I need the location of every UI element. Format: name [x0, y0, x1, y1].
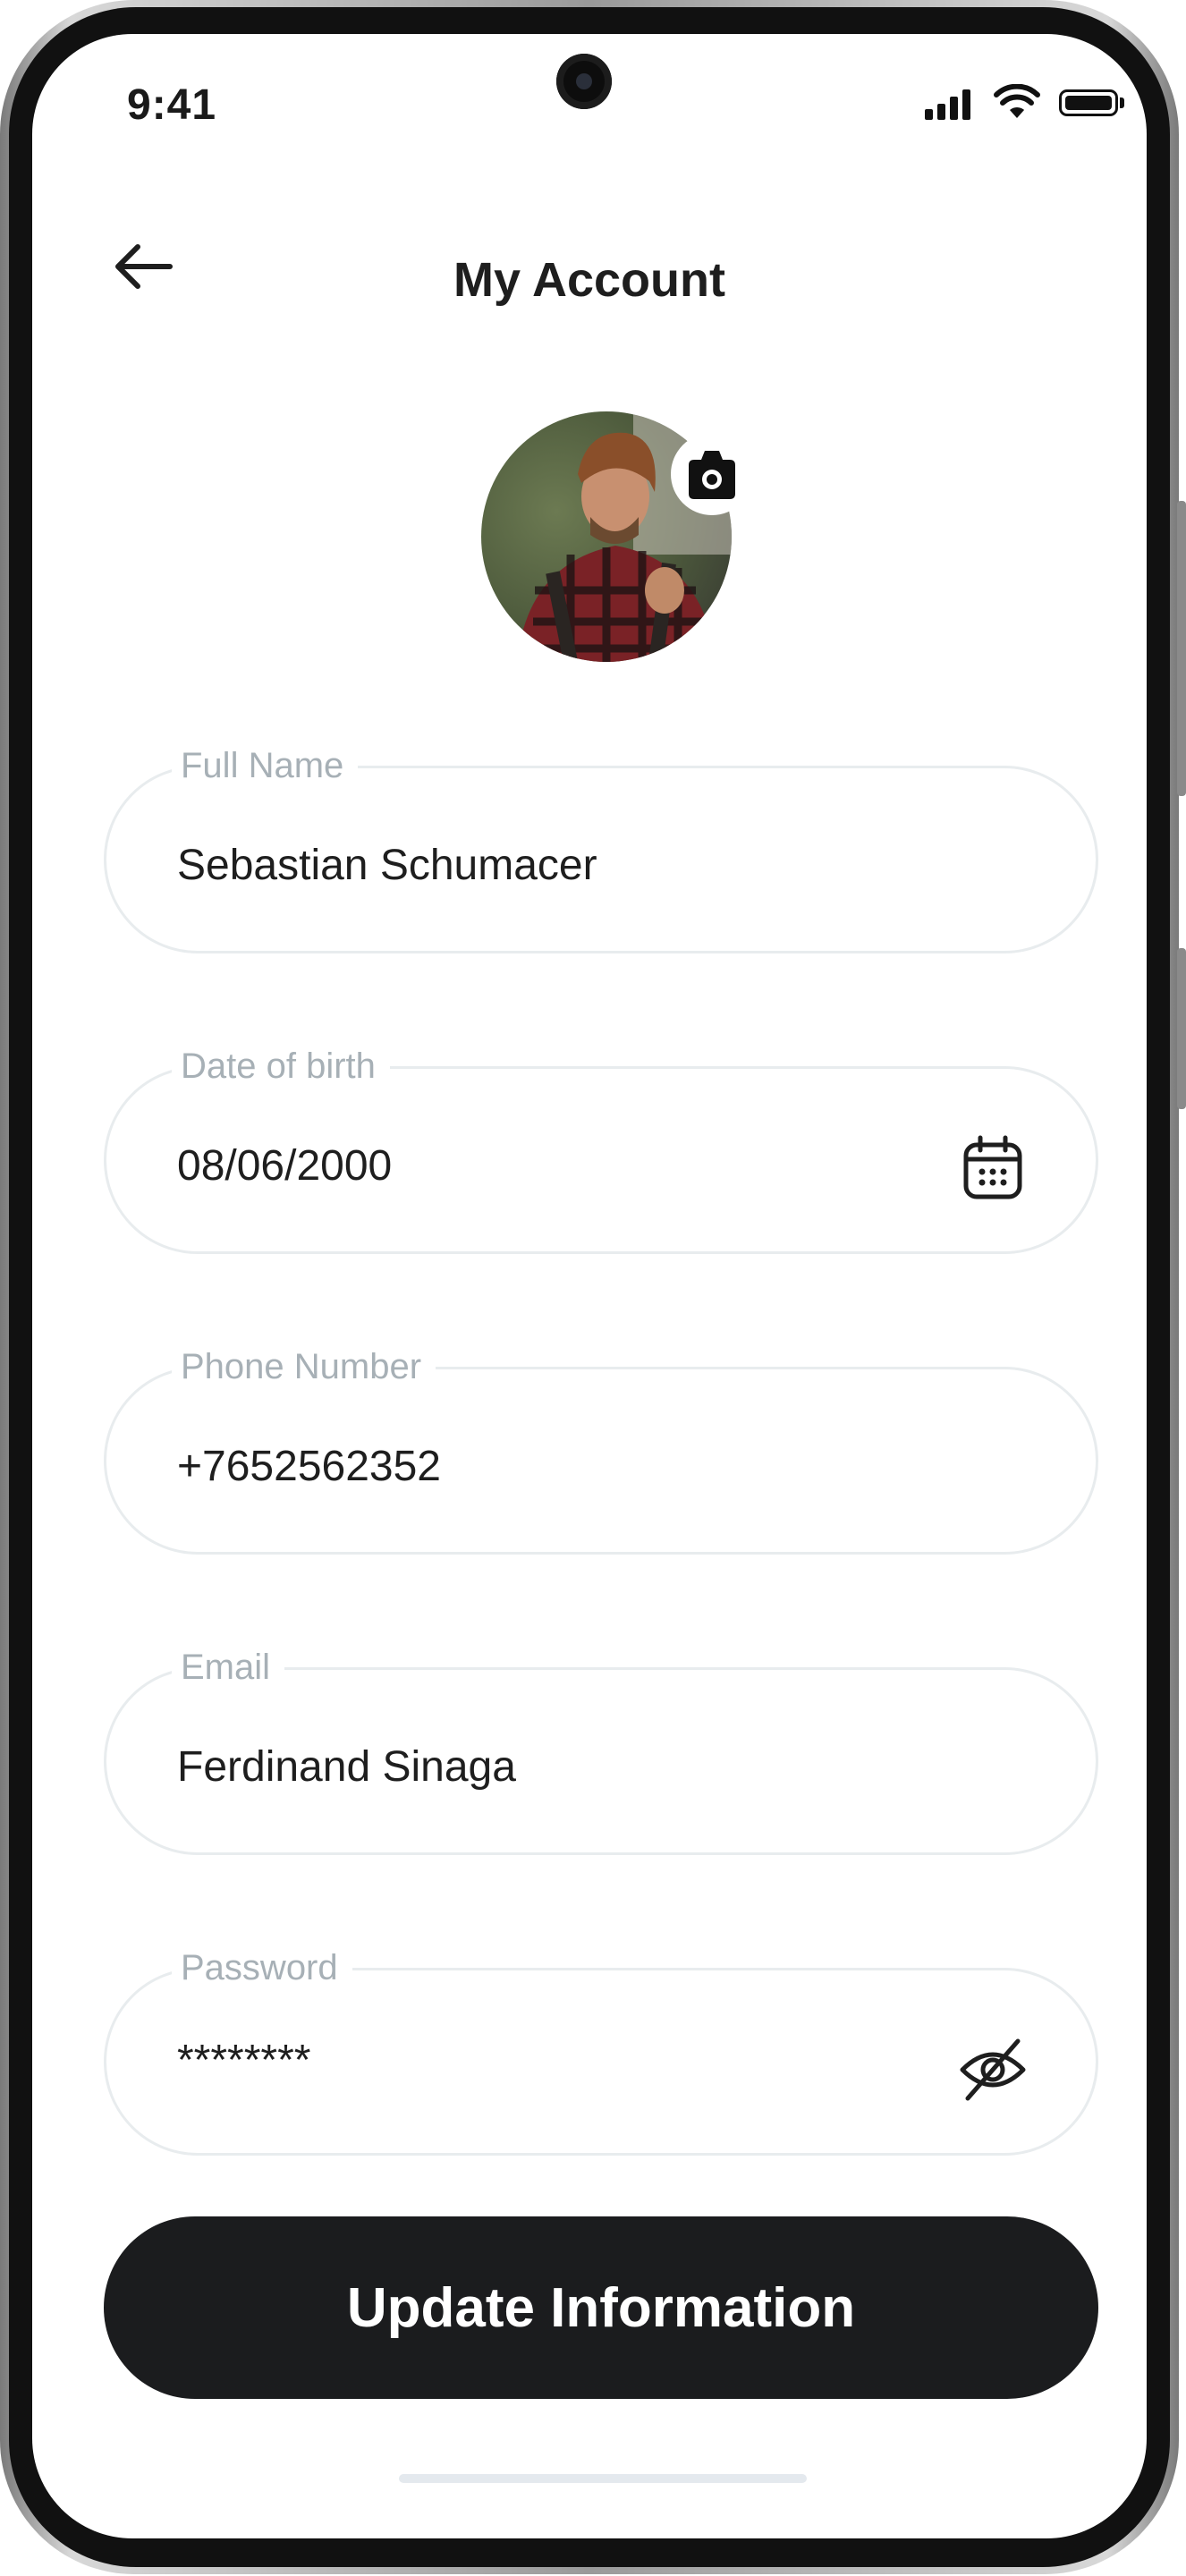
phone-number-field: Phone Number +7652562352	[104, 1347, 1098, 1555]
full-name-label: Full Name	[172, 746, 359, 786]
wifi-icon	[994, 84, 1040, 118]
password-value: ********	[177, 2037, 311, 2084]
date-of-birth-value: 08/06/2000	[177, 1142, 393, 1190]
phone-number-label: Phone Number	[172, 1347, 436, 1387]
full-name-value: Sebastian Schumacer	[177, 842, 597, 889]
phone-side-button	[1177, 501, 1186, 796]
page-title: My Account	[453, 253, 725, 307]
status-time: 9:41	[127, 81, 217, 129]
phone-side-button	[1177, 948, 1186, 1109]
calendar-icon	[963, 1135, 1022, 1199]
calendar-button[interactable]	[955, 1131, 1030, 1206]
change-photo-button[interactable]	[671, 433, 753, 515]
status-icons	[925, 84, 1131, 120]
password-label: Password	[172, 1948, 352, 1988]
home-indicator[interactable]	[399, 2474, 807, 2483]
eye-off-icon	[960, 2038, 1026, 2101]
phone-number-value: +7652562352	[177, 1443, 441, 1490]
email-label: Email	[172, 1648, 285, 1688]
update-information-label: Update Information	[346, 2276, 856, 2339]
toggle-password-visibility-button[interactable]	[955, 2032, 1030, 2107]
front-camera	[556, 54, 612, 109]
date-of-birth-label: Date of birth	[172, 1046, 390, 1087]
password-field: Password ********	[104, 1948, 1098, 2156]
email-field: Email Ferdinand Sinaga	[104, 1648, 1098, 1855]
battery-tip	[1120, 97, 1124, 108]
update-information-button[interactable]: Update Information	[104, 2216, 1098, 2399]
camera-icon	[689, 451, 735, 499]
full-name-field: Full Name Sebastian Schumacer	[104, 746, 1098, 953]
email-value: Ferdinand Sinaga	[177, 1743, 516, 1791]
battery-icon	[1059, 89, 1118, 116]
screen: 9:41 My Account Full Name Sebastian Schu…	[32, 34, 1147, 2538]
date-of-birth-field: Date of birth 08/06/2000	[104, 1046, 1098, 1254]
